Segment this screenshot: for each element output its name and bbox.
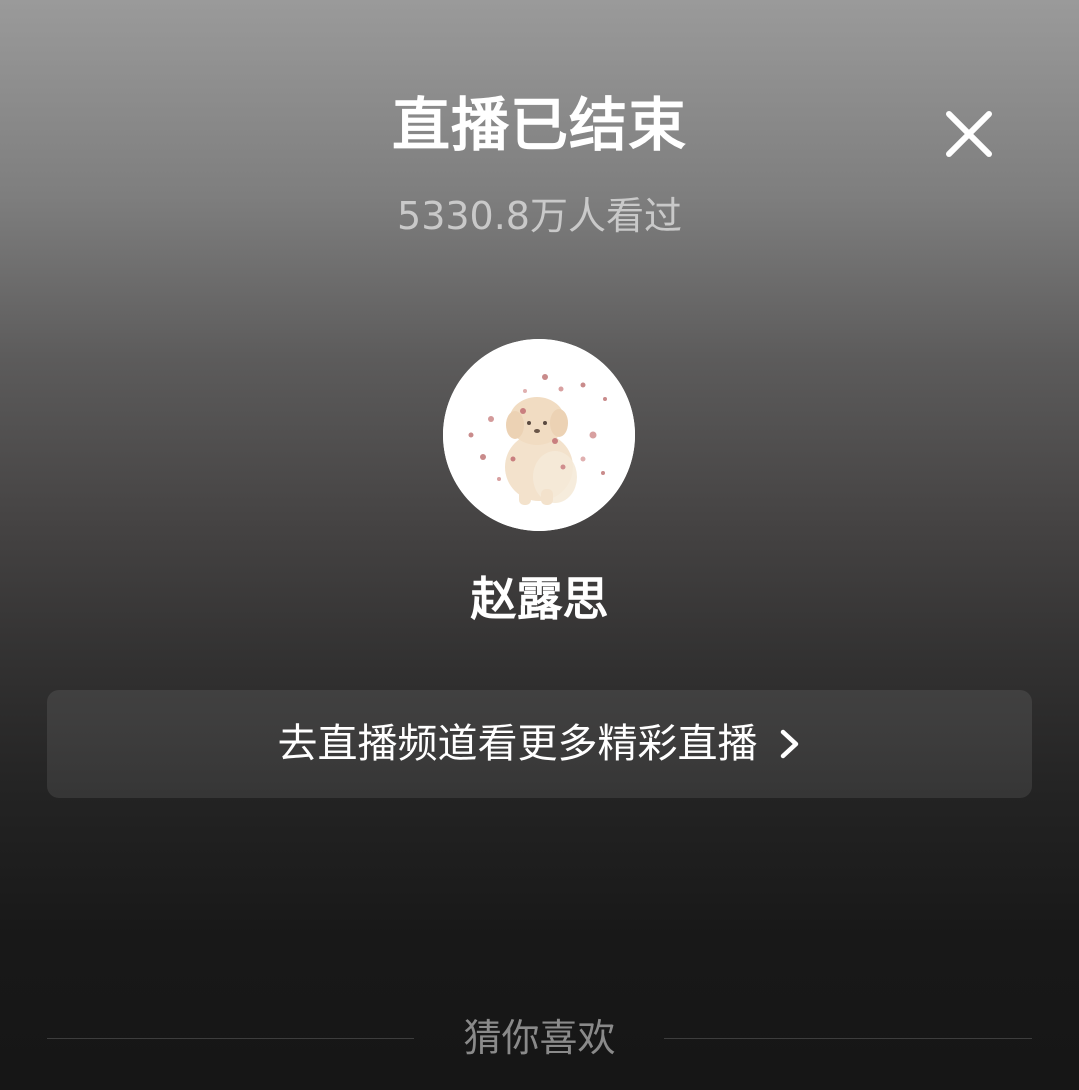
avatar-image [443,339,635,531]
live-channel-button[interactable]: 去直播频道看更多精彩直播 [47,690,1032,798]
page-title: 直播已结束 [391,91,687,159]
close-icon [946,111,992,157]
avatar[interactable] [443,339,635,531]
close-button[interactable] [935,100,1003,168]
live-ended-page: { "header": { "title": "直播已结束", "close_i… [0,0,1079,1090]
streamer-name[interactable]: 赵露思 [0,570,1079,628]
divider-right [664,1038,1032,1039]
live-channel-button-label: 去直播频道看更多精彩直播 [277,721,758,767]
viewer-count: 5330.8万人看过 [397,194,682,238]
chevron-right-icon [780,729,798,759]
